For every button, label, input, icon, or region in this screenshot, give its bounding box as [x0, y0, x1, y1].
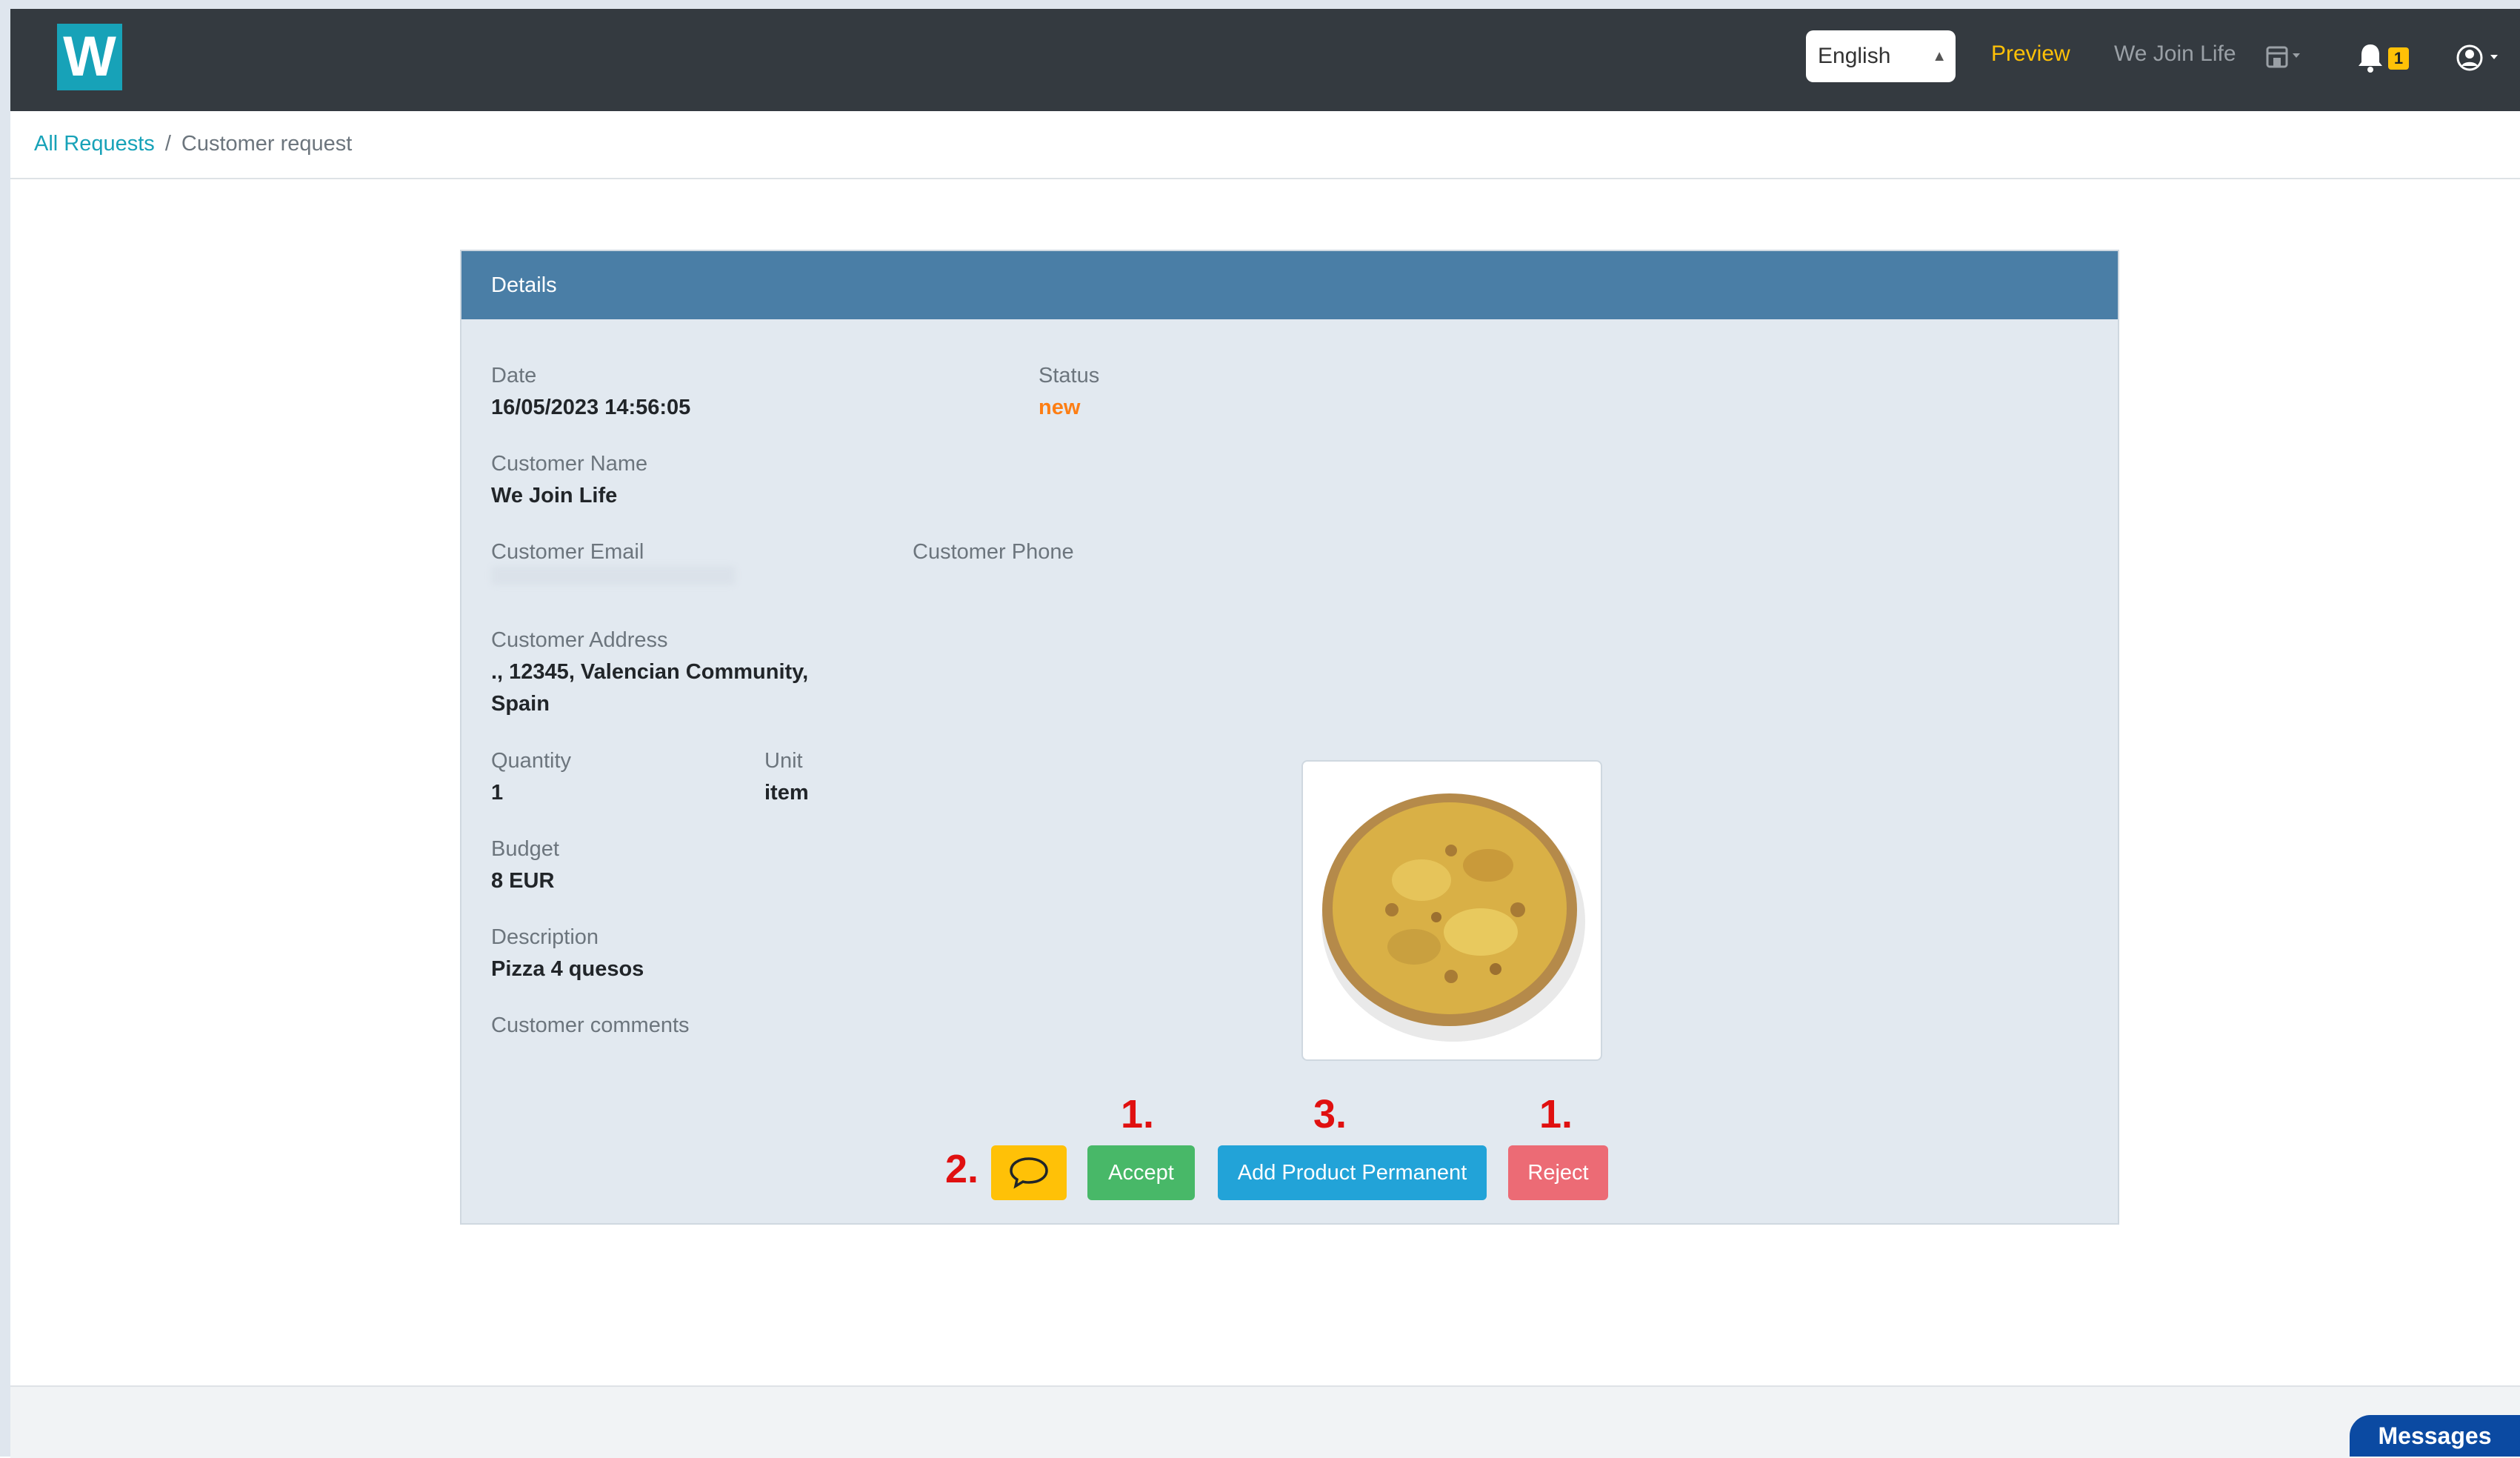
quantity-value: 1	[491, 781, 504, 805]
customer-comments-label: Customer comments	[491, 1013, 690, 1037]
customer-address-line1: ., 12345, Valencian Community,	[491, 660, 809, 684]
customer-email-label: Customer Email	[491, 540, 644, 564]
pizza-image	[1321, 793, 1585, 1042]
details-header: Details	[461, 251, 2118, 319]
breadcrumb-current: Customer request	[181, 132, 353, 156]
user-circle-icon	[2456, 44, 2498, 71]
description-value: Pizza 4 quesos	[491, 957, 644, 981]
language-select-value: English	[1818, 44, 1891, 68]
user-menu[interactable]	[2455, 41, 2514, 74]
language-select[interactable]: English ▲	[1806, 30, 1956, 82]
description-label: Description	[491, 925, 599, 949]
breadcrumb-separator: /	[164, 132, 171, 156]
window-frame-left	[0, 0, 10, 1457]
unit-label: Unit	[764, 749, 803, 773]
select-arrows-icon: ▲	[1932, 48, 1947, 64]
window-frame-top	[0, 0, 2520, 9]
customer-name-value: We Join Life	[491, 484, 618, 507]
status-label: Status	[1039, 364, 1100, 387]
top-navbar: W English ▲ Preview We Join Life 1	[10, 9, 2520, 111]
customer-phone-label: Customer Phone	[913, 540, 1074, 564]
chat-bubble-icon	[1010, 1157, 1048, 1189]
annotation-reject: 1.	[1539, 1092, 1573, 1136]
budget-label: Budget	[491, 837, 559, 861]
breadcrumb-divider	[10, 178, 2520, 179]
page: W English ▲ Preview We Join Life 1 All R…	[10, 9, 2520, 1458]
status-value: new	[1039, 396, 1081, 419]
store-icon	[2266, 46, 2300, 68]
app-logo[interactable]: W	[57, 24, 122, 90]
store-dropdown[interactable]	[2266, 43, 2303, 73]
date-label: Date	[491, 364, 537, 387]
page-footer	[10, 1385, 2520, 1458]
customer-address-label: Customer Address	[491, 628, 668, 652]
customer-email-redacted	[491, 566, 736, 585]
annotation-add-product: 3.	[1313, 1092, 1347, 1136]
budget-value: 8 EUR	[491, 869, 555, 893]
preview-link[interactable]: Preview	[1991, 41, 2070, 67]
annotation-comment: 2.	[945, 1147, 979, 1191]
unit-value: item	[764, 781, 809, 805]
accept-button[interactable]: Accept	[1087, 1145, 1195, 1200]
bell-icon	[2359, 44, 2382, 73]
reject-button[interactable]: Reject	[1508, 1145, 1608, 1200]
quantity-label: Quantity	[491, 749, 571, 773]
breadcrumb-all-requests[interactable]: All Requests	[34, 132, 155, 156]
add-product-permanent-button[interactable]: Add Product Permanent	[1218, 1145, 1487, 1200]
breadcrumb: All Requests / Customer request	[34, 132, 352, 156]
date-value: 16/05/2023 14:56:05	[491, 396, 691, 419]
product-image[interactable]	[1301, 760, 1602, 1061]
comment-button[interactable]	[991, 1145, 1067, 1200]
messages-button[interactable]: Messages	[2350, 1415, 2520, 1457]
customer-name-label: Customer Name	[491, 452, 648, 476]
details-card: Details Date 16/05/2023 14:56:05 Status …	[460, 250, 2119, 1225]
notification-badge: 1	[2388, 47, 2409, 70]
store-name-link[interactable]: We Join Life	[2114, 41, 2236, 67]
annotation-accept: 1.	[1121, 1092, 1155, 1136]
customer-address-line2: Spain	[491, 692, 550, 716]
